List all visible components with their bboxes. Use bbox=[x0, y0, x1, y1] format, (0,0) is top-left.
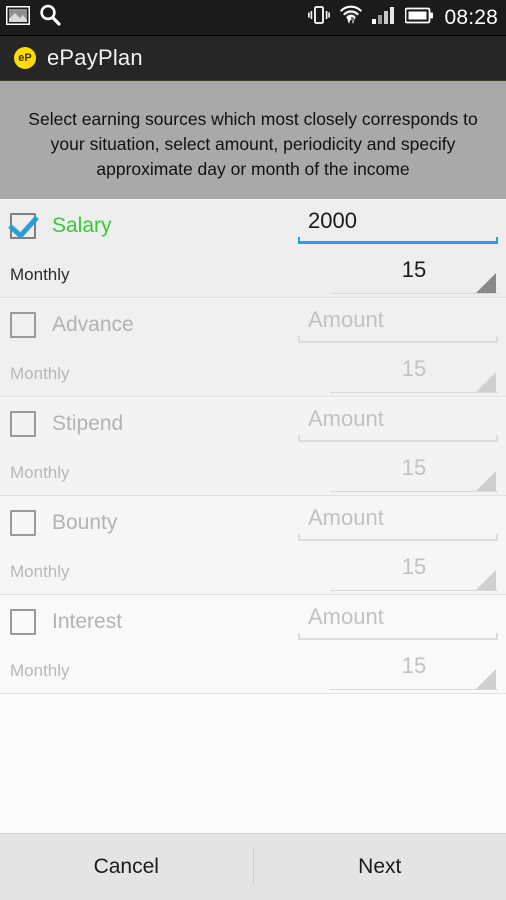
periodicity-label[interactable]: Monthly bbox=[10, 364, 70, 384]
day-spinner-bounty[interactable]: 15 bbox=[330, 551, 498, 593]
amount-underline bbox=[298, 237, 498, 244]
income-source-label: Salary bbox=[52, 214, 112, 237]
income-source-row-top: Advance Amount bbox=[10, 299, 498, 351]
periodicity-label[interactable]: Monthly bbox=[10, 265, 70, 285]
income-sources-list: Salary 2000 Monthly 15 Advance Amount Mo… bbox=[0, 199, 506, 833]
checkbox-stipend[interactable] bbox=[10, 411, 36, 437]
cancel-button[interactable]: Cancel bbox=[0, 834, 253, 900]
income-source-label: Stipend bbox=[52, 412, 124, 435]
day-value: 15 bbox=[401, 256, 427, 282]
search-icon[interactable] bbox=[38, 3, 62, 32]
spinner-triangle-icon bbox=[476, 470, 496, 491]
amount-placeholder: Amount bbox=[308, 604, 384, 629]
amount-input-stipend[interactable]: Amount bbox=[298, 402, 498, 446]
income-source-row-bottom: Monthly 15 bbox=[10, 252, 498, 297]
spinner-underline bbox=[330, 688, 498, 690]
amount-placeholder: Amount bbox=[308, 307, 384, 332]
instructions-text: Select earning sources which most closel… bbox=[28, 109, 478, 179]
day-value: 15 bbox=[401, 553, 427, 579]
checkbox-advance[interactable] bbox=[10, 312, 36, 338]
day-value: 15 bbox=[401, 355, 427, 381]
app-screen: 08:28 eP ePayPlan Select earning sources… bbox=[0, 0, 506, 900]
income-source-row[interactable]: Interest Amount Monthly 15 bbox=[0, 595, 506, 694]
income-source-row[interactable]: Advance Amount Monthly 15 bbox=[0, 298, 506, 397]
amount-placeholder: Amount bbox=[308, 406, 384, 431]
status-bar-right-icons: 08:28 bbox=[308, 5, 498, 30]
day-value: 15 bbox=[401, 652, 427, 678]
amount-input-salary[interactable]: 2000 bbox=[298, 204, 498, 248]
income-source-label: Interest bbox=[52, 610, 123, 633]
income-source-row-bottom: Monthly 15 bbox=[10, 648, 498, 693]
income-source-label: Advance bbox=[52, 313, 134, 336]
spinner-triangle-icon bbox=[476, 668, 496, 689]
amount-input-interest[interactable]: Amount bbox=[298, 600, 498, 644]
income-source-row[interactable]: Bounty Amount Monthly 15 bbox=[0, 496, 506, 595]
status-bar-left-icons bbox=[5, 3, 62, 32]
checkbox-bounty[interactable] bbox=[10, 510, 36, 536]
amount-input-bounty[interactable]: Amount bbox=[298, 501, 498, 545]
spinner-underline bbox=[330, 589, 498, 591]
income-source-row[interactable]: Salary 2000 Monthly 15 bbox=[0, 199, 506, 298]
image-thumbnail-icon bbox=[5, 5, 31, 30]
income-source-label: Bounty bbox=[52, 511, 118, 534]
amount-value: 2000 bbox=[308, 208, 357, 233]
day-value: 15 bbox=[401, 454, 427, 480]
day-spinner-interest[interactable]: 15 bbox=[330, 650, 498, 692]
spinner-underline bbox=[330, 490, 498, 492]
battery-icon bbox=[405, 7, 434, 29]
status-bar-clock: 08:28 bbox=[444, 5, 498, 29]
status-bar: 08:28 bbox=[0, 0, 506, 36]
amount-underline bbox=[298, 435, 498, 442]
amount-underline bbox=[298, 633, 498, 640]
periodicity-label[interactable]: Monthly bbox=[10, 661, 70, 681]
checkbox-interest[interactable] bbox=[10, 609, 36, 635]
periodicity-label[interactable]: Monthly bbox=[10, 463, 70, 483]
wifi-icon bbox=[339, 5, 363, 30]
income-source-row-bottom: Monthly 15 bbox=[10, 450, 498, 495]
day-spinner-advance[interactable]: 15 bbox=[330, 353, 498, 395]
amount-input-advance[interactable]: Amount bbox=[298, 303, 498, 347]
periodicity-label[interactable]: Monthly bbox=[10, 562, 70, 582]
checkbox-salary[interactable] bbox=[10, 213, 36, 239]
vibrate-icon bbox=[308, 5, 331, 30]
spinner-underline bbox=[330, 391, 498, 393]
instructions-banner: Select earning sources which most closel… bbox=[0, 81, 506, 199]
income-source-row-bottom: Monthly 15 bbox=[10, 549, 498, 594]
bottom-button-bar: Cancel Next bbox=[0, 833, 506, 900]
income-source-row-bottom: Monthly 15 bbox=[10, 351, 498, 396]
income-source-row-top: Interest Amount bbox=[10, 596, 498, 648]
list-empty-area bbox=[0, 694, 506, 833]
day-spinner-salary[interactable]: 15 bbox=[330, 254, 498, 296]
amount-placeholder: Amount bbox=[308, 505, 384, 530]
spinner-underline bbox=[330, 292, 498, 294]
action-bar: eP ePayPlan bbox=[0, 36, 506, 81]
app-logo-icon: eP bbox=[14, 47, 36, 69]
income-source-row-top: Stipend Amount bbox=[10, 398, 498, 450]
next-button[interactable]: Next bbox=[254, 834, 506, 900]
income-source-row[interactable]: Stipend Amount Monthly 15 bbox=[0, 397, 506, 496]
spinner-triangle-icon bbox=[476, 371, 496, 392]
income-source-row-top: Bounty Amount bbox=[10, 497, 498, 549]
signal-icon bbox=[372, 5, 396, 30]
amount-underline bbox=[298, 336, 498, 343]
app-title: ePayPlan bbox=[47, 45, 143, 70]
day-spinner-stipend[interactable]: 15 bbox=[330, 452, 498, 494]
amount-underline bbox=[298, 534, 498, 541]
income-source-row-top: Salary 2000 bbox=[10, 200, 498, 252]
spinner-triangle-icon bbox=[476, 272, 496, 293]
spinner-triangle-icon bbox=[476, 569, 496, 590]
